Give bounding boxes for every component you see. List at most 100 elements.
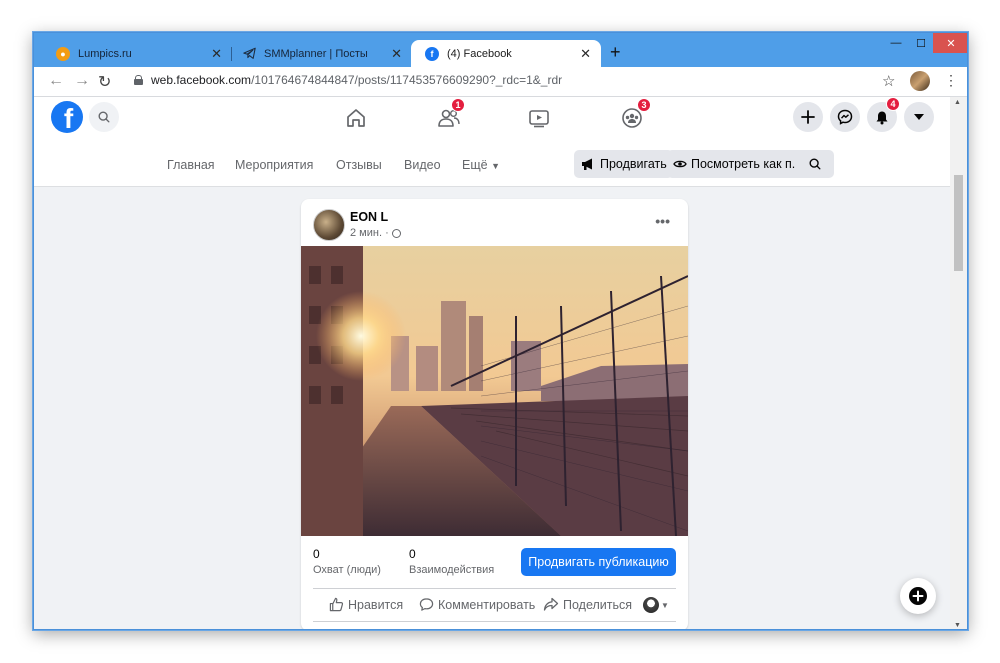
new-message-button[interactable] bbox=[900, 578, 936, 614]
post-photo[interactable] bbox=[301, 246, 688, 536]
friends-badge: 1 bbox=[451, 98, 465, 112]
thumbs-up-icon bbox=[329, 597, 344, 612]
view-as-label: Посмотреть как п... bbox=[691, 157, 803, 171]
promote-post-button[interactable]: Продвигать публикацию bbox=[521, 548, 676, 576]
promote-page-label: Продвигать bbox=[600, 157, 667, 171]
reload-icon[interactable]: ↻ bbox=[98, 72, 111, 92]
page-subnav: Главная Мероприятия Отзывы Видео Ещё ▼ П… bbox=[34, 141, 951, 187]
tab-title: SMMplanner | Посты bbox=[264, 47, 368, 60]
subnav-item-video[interactable]: Видео bbox=[404, 158, 441, 172]
reach-value: 0 bbox=[313, 547, 320, 561]
groups-nav[interactable]: 3 bbox=[617, 98, 651, 131]
groups-badge: 3 bbox=[637, 98, 651, 112]
search-icon bbox=[98, 111, 110, 123]
engagement-value: 0 bbox=[409, 547, 416, 561]
post-actions: Нравится Комментировать Поделиться ▼ bbox=[313, 588, 676, 622]
caret-down-icon: ▼ bbox=[491, 161, 500, 171]
author-avatar[interactable] bbox=[313, 209, 345, 241]
account-menu-button[interactable] bbox=[904, 102, 934, 132]
megaphone-icon bbox=[582, 158, 592, 170]
search-icon bbox=[809, 158, 821, 170]
new-tab-button[interactable]: + bbox=[610, 42, 621, 63]
scroll-up-icon[interactable]: ▲ bbox=[954, 99, 961, 106]
view-as-button[interactable]: Посмотреть как п... bbox=[667, 150, 809, 178]
comment-button[interactable]: Комментировать bbox=[419, 597, 535, 612]
share-icon bbox=[543, 597, 559, 611]
page-search-button[interactable] bbox=[796, 150, 834, 178]
post-author[interactable]: EON L bbox=[350, 210, 388, 224]
subnav-item-events[interactable]: Мероприятия bbox=[235, 158, 313, 172]
browser-window: ● Lumpics.ru ✕ SMMplanner | Посты ✕ f (4… bbox=[33, 32, 968, 630]
url-path: /101764674844847/posts/117453576609290?_… bbox=[251, 73, 563, 87]
like-label: Нравится bbox=[348, 597, 404, 612]
post-time[interactable]: 2 мин. · bbox=[350, 227, 389, 239]
minimize-button[interactable]: — bbox=[882, 33, 910, 53]
url-host: web.facebook.com bbox=[151, 73, 252, 87]
url-field[interactable]: web.facebook.com/101764674844847/posts/1… bbox=[134, 73, 562, 87]
messenger-button[interactable] bbox=[830, 102, 860, 132]
share-label: Поделиться bbox=[563, 597, 633, 612]
window-close-button[interactable]: ✕ bbox=[933, 33, 967, 53]
close-icon[interactable]: ✕ bbox=[211, 46, 222, 62]
close-icon[interactable]: ✕ bbox=[580, 46, 591, 62]
like-button[interactable]: Нравится bbox=[329, 597, 403, 612]
post-meta: 2 мин. · bbox=[350, 227, 401, 239]
subnav-item-more[interactable]: Ещё ▼ bbox=[462, 158, 500, 172]
compose-plus-icon bbox=[909, 587, 927, 605]
messenger-icon bbox=[837, 109, 853, 125]
facebook-logo[interactable]: f bbox=[51, 101, 83, 133]
scroll-down-icon[interactable]: ▼ bbox=[954, 622, 961, 629]
caret-down-icon bbox=[914, 114, 924, 120]
maximize-button[interactable]: ☐ bbox=[907, 33, 935, 53]
home-nav[interactable] bbox=[341, 105, 371, 131]
video-icon bbox=[529, 110, 549, 128]
back-arrow-icon[interactable]: ← bbox=[48, 72, 64, 90]
lock-icon bbox=[134, 75, 143, 85]
caret-down-icon: ▼ bbox=[661, 600, 669, 610]
tab-title: (4) Facebook bbox=[447, 47, 512, 60]
notifications-button[interactable]: 4 bbox=[867, 97, 900, 132]
plus-icon bbox=[801, 110, 815, 124]
subnav-more-label: Ещё bbox=[462, 158, 488, 172]
forward-arrow-icon[interactable]: → bbox=[74, 72, 90, 90]
page-scrollbar[interactable]: ▲ ▼ bbox=[950, 97, 967, 629]
more-options-icon[interactable]: ••• bbox=[655, 213, 670, 229]
facebook-logo-glyph: f bbox=[63, 103, 74, 133]
subnav-item-reviews[interactable]: Отзывы bbox=[336, 158, 382, 172]
reach-label: Охват (люди) bbox=[313, 564, 381, 576]
home-icon bbox=[347, 109, 365, 127]
bookmark-star-icon[interactable]: ☆ bbox=[882, 72, 895, 90]
tab-strip: ● Lumpics.ru ✕ SMMplanner | Посты ✕ f (4… bbox=[34, 33, 967, 67]
tab-smmplanner[interactable]: SMMplanner | Посты ✕ bbox=[228, 40, 412, 67]
post-as-selector[interactable]: ▼ bbox=[643, 597, 669, 613]
comment-icon bbox=[419, 598, 434, 611]
page-avatar-icon bbox=[643, 597, 659, 613]
tab-lumpics[interactable]: ● Lumpics.ru ✕ bbox=[42, 40, 232, 67]
friends-nav[interactable]: 1 bbox=[434, 98, 465, 131]
scrollbar-thumb[interactable] bbox=[954, 175, 963, 271]
subnav-item-home[interactable]: Главная bbox=[167, 158, 215, 172]
facebook-icon: f bbox=[425, 46, 439, 61]
comment-label: Комментировать bbox=[438, 597, 536, 612]
post-card: EON L 2 мин. · ••• 0 Охват (люди) 0 Взаи… bbox=[301, 199, 688, 629]
engagement-label: Взаимодействия bbox=[409, 564, 495, 576]
tab-facebook[interactable]: f (4) Facebook ✕ bbox=[411, 40, 601, 67]
promote-page-button[interactable]: Продвигать bbox=[574, 150, 673, 178]
telegram-icon bbox=[242, 47, 256, 61]
close-icon[interactable]: ✕ bbox=[391, 46, 402, 62]
watch-nav[interactable] bbox=[524, 105, 554, 131]
facebook-top-bar: f 1 3 4 bbox=[34, 97, 951, 141]
create-button[interactable] bbox=[793, 102, 823, 132]
lumpics-icon: ● bbox=[56, 46, 70, 61]
tab-title: Lumpics.ru bbox=[78, 47, 132, 60]
address-bar: ← → ↻ web.facebook.com/101764674844847/p… bbox=[34, 67, 967, 97]
bell-icon bbox=[876, 111, 888, 124]
post-insights: 0 Охват (люди) 0 Взаимодействия Продвига… bbox=[301, 536, 688, 588]
search-button[interactable] bbox=[89, 102, 119, 132]
browser-profile-avatar[interactable] bbox=[910, 71, 930, 91]
notifications-badge: 4 bbox=[886, 97, 900, 111]
globe-icon bbox=[391, 228, 401, 238]
eye-icon bbox=[673, 160, 687, 168]
browser-menu-icon[interactable]: ⋮ bbox=[944, 72, 958, 89]
share-button[interactable]: Поделиться bbox=[543, 597, 632, 612]
